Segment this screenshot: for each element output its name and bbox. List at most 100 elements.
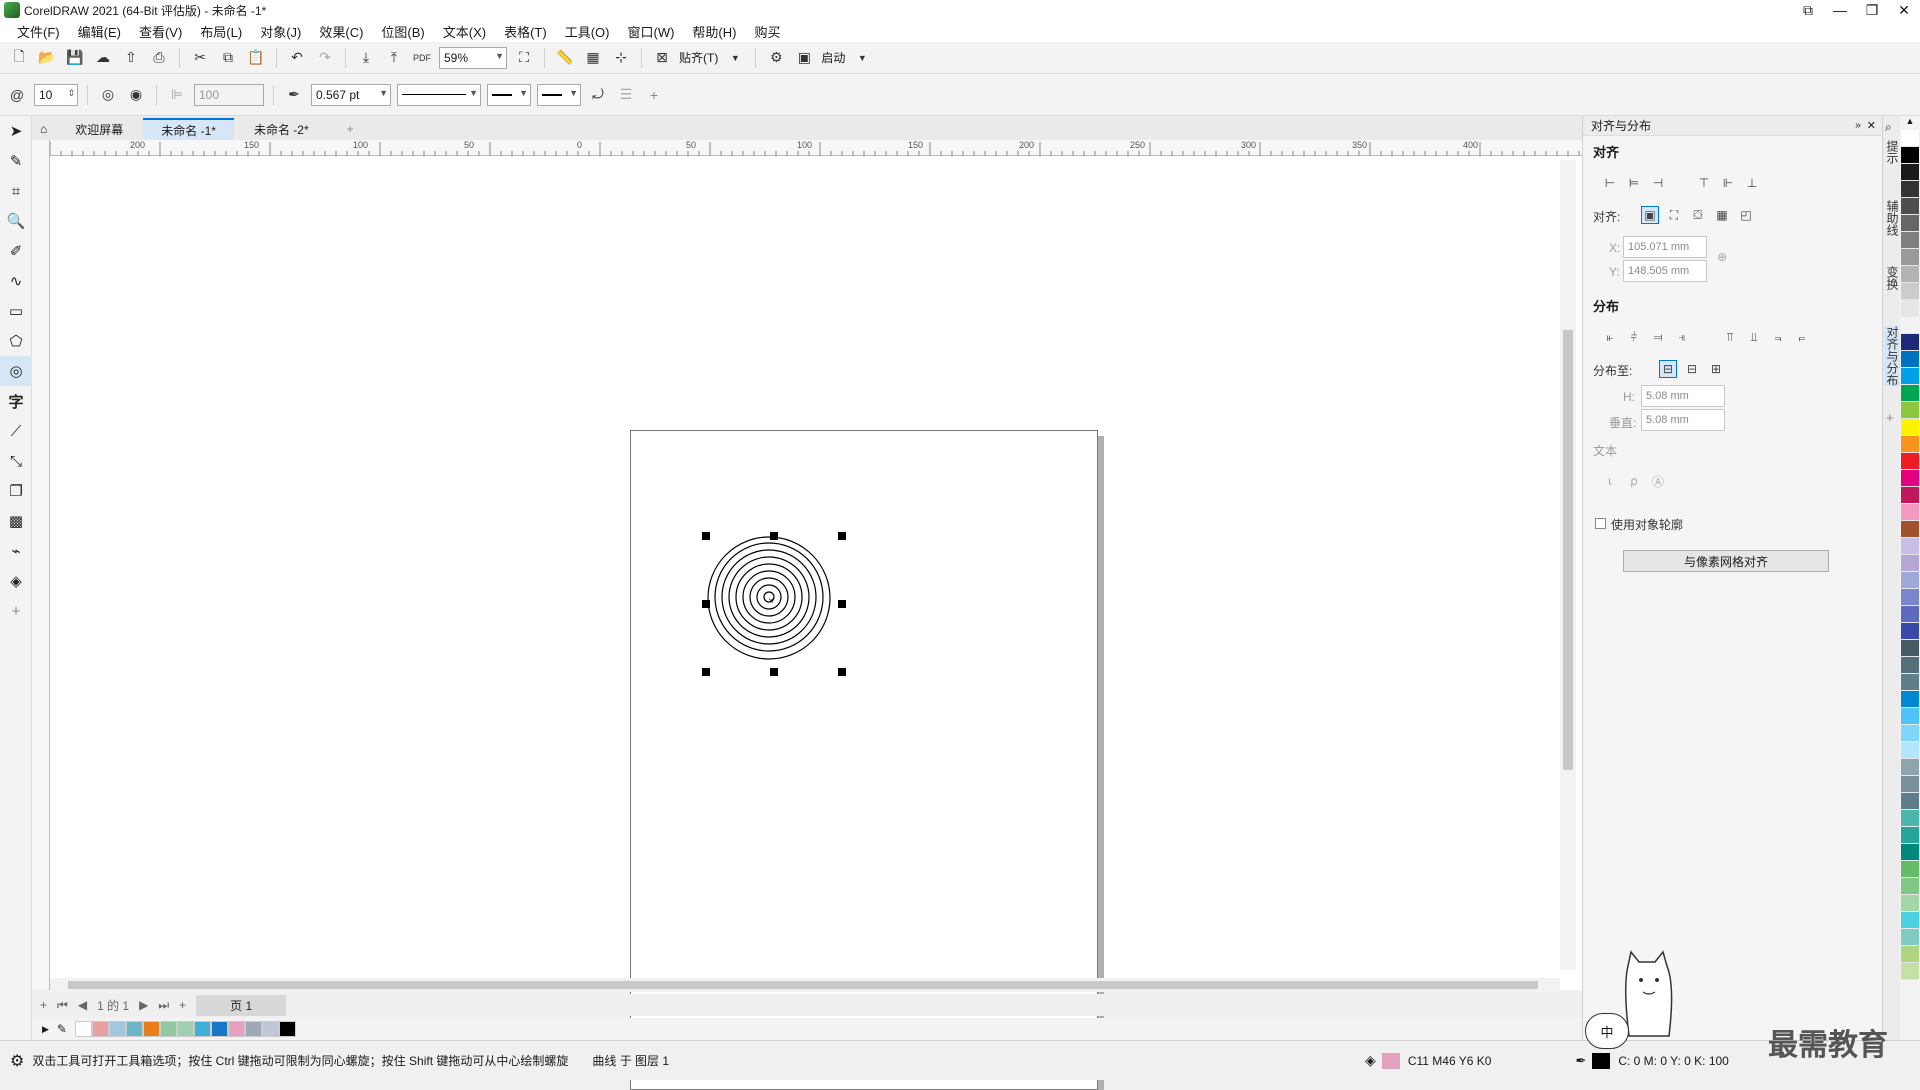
selection-handle[interactable] <box>702 668 710 676</box>
align-to-pixel-grid-button[interactable]: 与像素网格对齐 <box>1623 550 1829 572</box>
docker-tab-transform[interactable]: 变换 <box>1884 266 1901 290</box>
shape-tool-icon[interactable]: ✎ <box>0 146 32 176</box>
parallel-dimension-icon[interactable]: ⟋ <box>0 416 32 446</box>
color-swatch[interactable] <box>1901 929 1919 946</box>
distribute-spacing-icon[interactable]: ⊞ <box>1707 360 1725 378</box>
transparency-icon[interactable]: ▩ <box>0 506 32 536</box>
color-swatch[interactable] <box>1901 878 1919 895</box>
snap-off-icon[interactable]: ⊠ <box>651 47 673 69</box>
maximize-button[interactable]: ❐ <box>1856 0 1888 20</box>
color-swatch[interactable] <box>1901 402 1919 419</box>
menu-bitmaps[interactable]: 位图(B) <box>372 22 433 41</box>
next-page-icon[interactable]: ▶ <box>139 998 148 1012</box>
color-swatch[interactable] <box>1901 674 1919 691</box>
color-swatch[interactable] <box>1901 793 1919 810</box>
copy-icon[interactable]: ⧉ <box>217 47 239 69</box>
horizontal-scrollbar[interactable] <box>50 978 1560 992</box>
collapse-docker-icon[interactable]: » <box>1855 120 1861 131</box>
outline-color-swatch[interactable] <box>1592 1052 1611 1069</box>
gear-icon[interactable]: ⚙ <box>10 1051 24 1071</box>
distribute-center-h-icon[interactable]: ⫩ <box>1625 328 1643 346</box>
distribute-top-icon[interactable]: ⫪ <box>1721 328 1739 346</box>
color-swatch[interactable] <box>1901 912 1919 929</box>
color-swatch[interactable] <box>1901 283 1919 300</box>
color-swatch[interactable] <box>1901 810 1919 827</box>
document-color-swatch[interactable] <box>193 1021 211 1037</box>
close-docker-icon[interactable]: ✕ <box>1867 119 1876 132</box>
menu-object[interactable]: 对象(J) <box>251 22 310 41</box>
color-swatch[interactable] <box>1901 742 1919 759</box>
menu-help[interactable]: 帮助(H) <box>683 22 745 41</box>
interactive-fill-icon[interactable]: ◈ <box>0 566 32 596</box>
menu-effects[interactable]: 效果(C) <box>310 22 372 41</box>
align-bottom-icon[interactable]: ⊥ <box>1743 174 1761 192</box>
line-style-combo[interactable]: ▼ <box>397 83 481 106</box>
export-icon[interactable]: ⤒ <box>383 47 405 69</box>
save-icon[interactable]: 💾 <box>64 47 86 69</box>
color-swatch[interactable] <box>1901 232 1919 249</box>
color-swatch[interactable] <box>1901 606 1919 623</box>
new-document-icon[interactable]: 🗋 <box>8 47 30 69</box>
color-swatch[interactable] <box>1901 572 1919 589</box>
color-swatch[interactable] <box>1901 147 1919 164</box>
add-page-icon[interactable]: + <box>40 998 47 1012</box>
cloud-upload-icon[interactable]: ⇧ <box>120 47 142 69</box>
import-icon[interactable]: ⤓ <box>355 47 377 69</box>
color-swatch[interactable] <box>1901 691 1919 708</box>
color-swatch[interactable] <box>1901 334 1919 351</box>
color-swatch[interactable] <box>1901 198 1919 215</box>
cut-icon[interactable]: ✂ <box>189 47 211 69</box>
search-icon[interactable]: ⌕ <box>1885 120 1892 135</box>
new-tab-icon[interactable]: + <box>329 118 372 140</box>
rectangle-tool-icon[interactable]: ▭ <box>0 296 32 326</box>
color-swatch[interactable] <box>1901 844 1919 861</box>
menu-file[interactable]: 文件(F) <box>8 22 69 41</box>
align-left-icon[interactable]: ⊢ <box>1601 174 1619 192</box>
expand-palette-icon[interactable]: ▶ <box>42 1024 49 1035</box>
restore-layout-icon[interactable]: ⧉ <box>1792 0 1824 20</box>
color-swatch[interactable] <box>1901 181 1919 198</box>
add-icon[interactable]: + <box>643 84 665 106</box>
document-color-swatch[interactable] <box>227 1021 245 1037</box>
chevron-down-icon[interactable]: ▼ <box>724 47 746 69</box>
selection-handle[interactable] <box>702 600 710 608</box>
menu-window[interactable]: 窗口(W) <box>618 22 683 41</box>
selection-handle[interactable] <box>770 668 778 676</box>
color-swatch[interactable] <box>1901 436 1919 453</box>
menu-layout[interactable]: 布局(L) <box>191 22 251 41</box>
palette-scroll-up-icon[interactable]: ▲ <box>1900 116 1920 130</box>
paste-icon[interactable]: 📋 <box>245 47 267 69</box>
color-swatch[interactable] <box>1901 300 1919 317</box>
color-swatch[interactable] <box>1901 725 1919 742</box>
distribute-selection-icon[interactable]: ⊟ <box>1659 360 1677 378</box>
document-color-swatch[interactable] <box>91 1021 109 1037</box>
prev-page-icon[interactable]: ◀ <box>78 998 87 1012</box>
page-tab[interactable]: 页 1 <box>196 994 287 1016</box>
open-folder-icon[interactable]: 📂 <box>36 47 58 69</box>
end-arrowhead-combo[interactable]: ▼ <box>537 83 581 106</box>
color-swatch[interactable] <box>1901 215 1919 232</box>
document-color-swatch[interactable] <box>261 1021 279 1037</box>
drawing-canvas[interactable]: × <box>50 156 1582 1090</box>
eyedropper-icon[interactable]: ⌁ <box>0 536 32 566</box>
scroll-thumb[interactable] <box>68 981 1538 989</box>
connector-tool-icon[interactable]: ⤡ <box>0 446 32 476</box>
color-swatch[interactable] <box>1901 504 1919 521</box>
color-swatch[interactable] <box>1901 487 1919 504</box>
last-page-icon[interactable]: ⏭ <box>158 998 169 1013</box>
color-swatch[interactable] <box>1901 164 1919 181</box>
color-swatch[interactable] <box>1901 521 1919 538</box>
ime-indicator[interactable]: 中 <box>1585 1013 1629 1049</box>
logarithmic-spiral-icon[interactable]: ◉ <box>125 84 147 106</box>
tab-untitled-1[interactable]: 未命名 -1* <box>143 118 234 140</box>
document-color-swatch[interactable] <box>159 1021 177 1037</box>
color-swatch[interactable] <box>1901 759 1919 776</box>
page-edge-icon[interactable]: ⛋ <box>1689 206 1707 224</box>
tab-welcome[interactable]: 欢迎屏幕 <box>57 118 141 140</box>
add-docker-icon[interactable]: + <box>1886 410 1894 425</box>
cloud-download-icon[interactable]: ☁ <box>92 47 114 69</box>
document-color-swatch[interactable] <box>176 1021 194 1037</box>
document-color-swatch[interactable] <box>244 1021 262 1037</box>
color-swatch[interactable] <box>1901 385 1919 402</box>
launch-app-icon[interactable]: ▣ <box>793 47 815 69</box>
